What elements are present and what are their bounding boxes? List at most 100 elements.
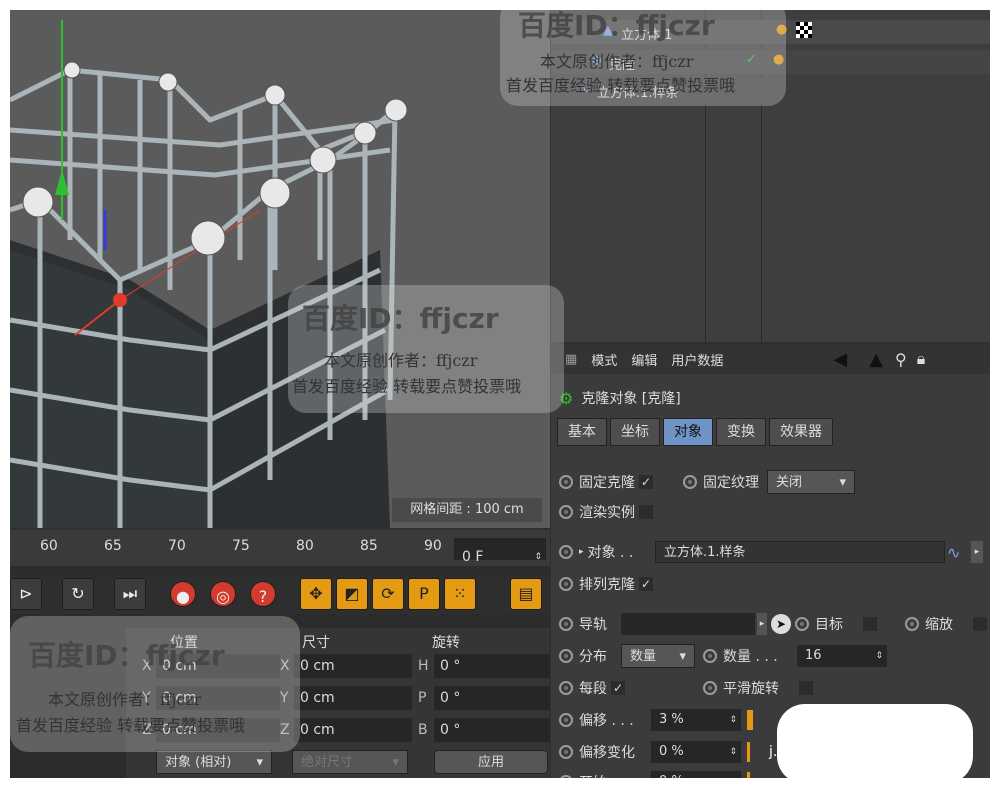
- anim-radio[interactable]: [559, 713, 573, 727]
- anim-radio[interactable]: [559, 475, 573, 489]
- smooth-rotation-checkbox[interactable]: [799, 681, 813, 695]
- expand-arrow-icon[interactable]: ▸: [579, 547, 584, 557]
- material-tag-icon[interactable]: [796, 22, 812, 38]
- lock-icon[interactable]: 🔒︎: [917, 349, 926, 369]
- menu-mode[interactable]: 模式: [591, 350, 617, 369]
- stepper-icon[interactable]: ⇕: [534, 546, 542, 568]
- size-y-field[interactable]: 0 cm: [294, 686, 412, 710]
- link-menu-arrow-icon[interactable]: ▸: [757, 613, 767, 635]
- link-menu-arrow-icon[interactable]: ▸: [971, 541, 983, 563]
- tab-transform[interactable]: 变换: [716, 418, 766, 446]
- rot-h-field[interactable]: 0 °: [434, 654, 550, 678]
- col-header-rotation: 旋转: [432, 635, 460, 651]
- move-icon[interactable]: ✥: [300, 578, 332, 610]
- grid-spacing-label: 网格间距 : 100 cm: [392, 498, 542, 522]
- fixed-clone-checkbox[interactable]: ✓: [639, 475, 653, 489]
- arrange-clone-checkbox[interactable]: ✓: [639, 577, 653, 591]
- anim-radio[interactable]: [559, 649, 573, 663]
- offset-slider[interactable]: [747, 710, 753, 730]
- rot-b-field[interactable]: 0 °: [434, 718, 550, 742]
- size-x-field[interactable]: 0 cm: [294, 654, 412, 678]
- guide-field[interactable]: [621, 613, 755, 635]
- field-value: 0 cm: [300, 658, 335, 674]
- axis-label: P: [418, 690, 427, 706]
- watermark-title: 百度ID：ffjczr: [302, 302, 499, 335]
- tab-coord[interactable]: 坐标: [610, 418, 660, 446]
- up-arrow-icon[interactable]: ▲: [869, 349, 883, 370]
- pick-cursor-icon[interactable]: ➤: [771, 614, 791, 634]
- stepper-icon[interactable]: ⇕: [875, 645, 883, 667]
- frame-field[interactable]: 0 F ⇕: [454, 538, 546, 565]
- distribute-dropdown[interactable]: 数量 ▾: [621, 644, 695, 668]
- 3d-viewport[interactable]: 网格间距 : 100 cm: [10, 10, 550, 528]
- distribute-label: 分布: [579, 649, 607, 665]
- object-link-label: 对象 . .: [587, 545, 634, 561]
- param-icon[interactable]: P: [408, 578, 440, 610]
- transport-bar: ⊳ ↻ ⏭︎ ● ◎ ? ✥ ◩ ⟳ P ⁙ ▤: [10, 574, 550, 614]
- auto-key-icon[interactable]: ◎: [210, 581, 236, 607]
- loop-icon[interactable]: ↻: [62, 578, 94, 610]
- tab-effectors[interactable]: 效果器: [769, 418, 833, 446]
- render-instance-checkbox[interactable]: [639, 505, 653, 519]
- anim-radio[interactable]: [559, 545, 573, 559]
- fixed-texture-dropdown[interactable]: 关闭 ▾: [767, 470, 855, 494]
- redaction-blob: [777, 704, 973, 778]
- anim-radio[interactable]: [683, 475, 697, 489]
- anim-radio[interactable]: [559, 775, 573, 778]
- stepper-icon[interactable]: ⇕: [729, 709, 737, 731]
- anim-radio[interactable]: [795, 617, 809, 631]
- start-field[interactable]: 0 %: [651, 771, 741, 778]
- stepper-icon[interactable]: ⇕: [729, 741, 737, 763]
- rot-p-field[interactable]: 0 °: [434, 686, 550, 710]
- help-icon[interactable]: ?: [250, 581, 276, 607]
- watermark-line2: 首发百度经验 转载要点赞投票哦: [292, 377, 522, 396]
- timeline-ruler[interactable]: 60 65 70 75 80 85 90 0 F ⇕: [10, 530, 550, 566]
- scale-checkbox[interactable]: [973, 617, 987, 631]
- play-forward-icon[interactable]: ⊳: [10, 578, 42, 610]
- anim-radio[interactable]: [559, 617, 573, 631]
- watermark-line1: 本文原创作者：ffjczr: [324, 351, 478, 370]
- start-slider[interactable]: [747, 772, 750, 778]
- scale-icon[interactable]: ◩: [336, 578, 368, 610]
- dots-grid-icon[interactable]: ⁙: [444, 578, 476, 610]
- offset-variation-label: 偏移变化: [579, 745, 635, 761]
- size-z-field[interactable]: 0 cm: [294, 718, 412, 742]
- target-checkbox[interactable]: [863, 617, 877, 631]
- tick-label: 70: [168, 538, 186, 554]
- attr-menubar: ▦ 模式 编辑 用户数据 ◀ ▲ ⚲ 🔒︎: [551, 344, 990, 374]
- tick-label: 75: [232, 538, 250, 554]
- watermark-title: 百度ID：ffjczr: [518, 10, 715, 42]
- anim-radio[interactable]: [703, 681, 717, 695]
- anim-radio[interactable]: [905, 617, 919, 631]
- offset-variation-slider[interactable]: [747, 742, 750, 762]
- search-icon[interactable]: ⚲: [895, 350, 907, 369]
- anim-radio[interactable]: [559, 577, 573, 591]
- per-segment-checkbox[interactable]: ✓: [611, 681, 625, 695]
- count-value: 16: [805, 648, 822, 663]
- count-field[interactable]: 16 ⇕: [797, 645, 887, 667]
- back-arrow-icon[interactable]: ◀: [833, 349, 847, 370]
- menu-user-data[interactable]: 用户数据: [671, 350, 723, 369]
- anim-radio[interactable]: [559, 745, 573, 759]
- offset-variation-field[interactable]: 0 % ⇕: [651, 741, 741, 763]
- watermark-line1: 本文原创作者：ffjczr: [540, 52, 694, 71]
- rotate-icon[interactable]: ⟳: [372, 578, 404, 610]
- col-header-size: 尺寸: [302, 635, 330, 651]
- go-to-end-icon[interactable]: ⏭︎: [114, 578, 146, 610]
- coord-mode-dropdown[interactable]: 对象 (相对) ▾: [156, 750, 272, 774]
- tab-object[interactable]: 对象: [663, 418, 713, 446]
- dropdown-arrow-icon: ▾: [679, 649, 686, 664]
- film-icon[interactable]: ▤: [510, 578, 542, 610]
- offset-field[interactable]: 3 % ⇕: [651, 709, 741, 731]
- anim-radio[interactable]: [559, 505, 573, 519]
- grid-icon: ▦: [565, 351, 578, 367]
- object-link-field[interactable]: 立方体.1.样条: [655, 541, 945, 563]
- size-mode-dropdown[interactable]: 绝对尺寸 ▾: [292, 750, 408, 774]
- tab-basic[interactable]: 基本: [557, 418, 607, 446]
- smooth-rotation-label: 平滑旋转: [723, 681, 779, 697]
- anim-radio[interactable]: [703, 649, 717, 663]
- menu-edit[interactable]: 编辑: [631, 350, 657, 369]
- apply-button[interactable]: 应用: [434, 750, 548, 774]
- anim-radio[interactable]: [559, 681, 573, 695]
- record-key-icon[interactable]: ●: [170, 581, 196, 607]
